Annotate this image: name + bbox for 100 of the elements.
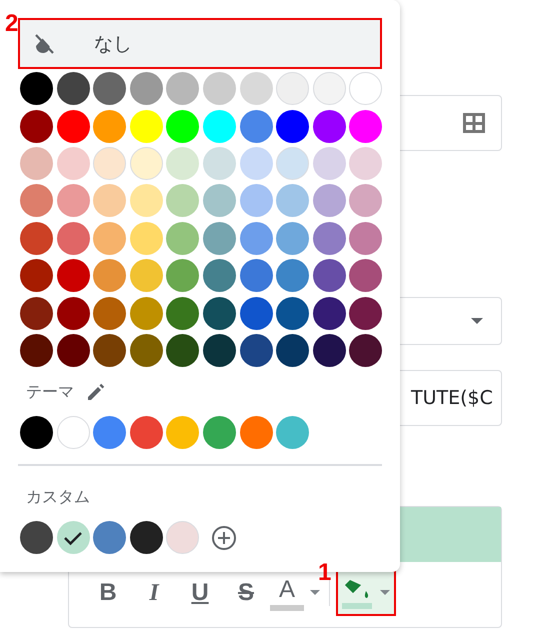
color-swatch[interactable]	[240, 296, 273, 330]
color-swatch[interactable]	[20, 296, 53, 330]
color-swatch[interactable]	[312, 72, 346, 106]
color-swatch[interactable]	[202, 72, 236, 106]
color-swatch[interactable]	[276, 259, 310, 292]
color-swatch[interactable]	[56, 110, 90, 143]
color-swatch[interactable]	[202, 296, 236, 330]
color-swatch[interactable]	[202, 334, 236, 367]
color-swatch[interactable]	[202, 222, 236, 255]
color-swatch[interactable]	[202, 146, 236, 180]
color-swatch[interactable]	[202, 259, 236, 292]
color-swatch[interactable]	[349, 146, 382, 180]
color-swatch[interactable]	[56, 222, 90, 255]
color-swatch[interactable]	[166, 222, 200, 255]
color-swatch[interactable]	[312, 222, 346, 255]
color-swatch[interactable]	[276, 222, 310, 255]
color-swatch[interactable]	[166, 184, 200, 218]
color-swatch[interactable]	[93, 521, 126, 554]
color-swatch[interactable]	[56, 334, 90, 367]
color-swatch[interactable]	[130, 416, 163, 449]
underline-button[interactable]: U	[177, 572, 223, 614]
color-swatch[interactable]	[56, 72, 90, 106]
fill-color-button[interactable]	[338, 572, 394, 614]
color-swatch[interactable]	[130, 222, 163, 255]
italic-button[interactable]: I	[131, 572, 177, 614]
color-swatch[interactable]	[20, 259, 53, 292]
color-swatch[interactable]	[93, 222, 126, 255]
color-swatch[interactable]	[93, 296, 126, 330]
color-swatch[interactable]	[56, 521, 90, 554]
color-swatch[interactable]	[166, 416, 200, 449]
bold-button[interactable]: B	[85, 572, 131, 614]
color-swatch[interactable]	[240, 146, 273, 180]
color-swatch[interactable]	[130, 110, 163, 143]
color-swatch[interactable]	[349, 110, 382, 143]
color-swatch[interactable]	[349, 259, 382, 292]
color-swatch[interactable]	[93, 334, 126, 367]
color-swatch[interactable]	[20, 416, 53, 449]
color-swatch[interactable]	[349, 334, 382, 367]
color-swatch[interactable]	[349, 296, 382, 330]
color-swatch[interactable]	[240, 72, 273, 106]
color-swatch[interactable]	[312, 259, 346, 292]
color-swatch[interactable]	[349, 184, 382, 218]
color-swatch[interactable]	[130, 521, 163, 554]
color-swatch[interactable]	[276, 334, 310, 367]
color-swatch[interactable]	[20, 521, 53, 554]
color-swatch[interactable]	[130, 146, 163, 180]
color-swatch[interactable]	[20, 110, 53, 143]
color-swatch[interactable]	[56, 146, 90, 180]
color-swatch[interactable]	[93, 110, 126, 143]
color-swatch[interactable]	[130, 334, 163, 367]
color-swatch[interactable]	[20, 334, 53, 367]
color-swatch[interactable]	[93, 416, 126, 449]
color-swatch[interactable]	[130, 296, 163, 330]
color-swatch[interactable]	[276, 184, 310, 218]
color-swatch[interactable]	[56, 296, 90, 330]
color-swatch[interactable]	[93, 146, 126, 180]
color-swatch[interactable]	[130, 259, 163, 292]
pencil-icon[interactable]	[86, 382, 106, 402]
color-swatch[interactable]	[240, 110, 273, 143]
color-swatch[interactable]	[276, 146, 310, 180]
color-swatch[interactable]	[349, 72, 382, 106]
color-swatch[interactable]	[166, 296, 200, 330]
color-swatch[interactable]	[56, 184, 90, 218]
text-color-button[interactable]: A	[269, 572, 321, 614]
color-swatch[interactable]	[166, 110, 200, 143]
color-swatch[interactable]	[312, 146, 346, 180]
color-swatch[interactable]	[20, 146, 53, 180]
color-swatch[interactable]	[240, 334, 273, 367]
none-option[interactable]: なし	[18, 18, 382, 70]
color-swatch[interactable]	[276, 416, 310, 449]
color-swatch[interactable]	[202, 416, 236, 449]
color-swatch[interactable]	[93, 184, 126, 218]
color-swatch[interactable]	[240, 259, 273, 292]
color-swatch[interactable]	[130, 72, 163, 106]
color-swatch[interactable]	[130, 184, 163, 218]
color-swatch[interactable]	[312, 184, 346, 218]
color-swatch[interactable]	[312, 110, 346, 143]
color-swatch[interactable]	[202, 184, 236, 218]
color-swatch[interactable]	[20, 222, 53, 255]
color-swatch[interactable]	[20, 184, 53, 218]
add-icon[interactable]	[210, 524, 237, 550]
strike-button[interactable]: S	[223, 572, 269, 614]
color-swatch[interactable]	[56, 259, 90, 292]
color-swatch[interactable]	[240, 416, 273, 449]
color-swatch[interactable]	[312, 296, 346, 330]
color-swatch[interactable]	[312, 334, 346, 367]
color-swatch[interactable]	[276, 72, 310, 106]
color-swatch[interactable]	[276, 296, 310, 330]
color-swatch[interactable]	[166, 521, 200, 554]
color-swatch[interactable]	[20, 72, 53, 106]
color-swatch[interactable]	[276, 110, 310, 143]
color-swatch[interactable]	[166, 72, 200, 106]
color-swatch[interactable]	[93, 259, 126, 292]
color-swatch[interactable]	[349, 222, 382, 255]
color-swatch[interactable]	[166, 146, 200, 180]
color-swatch[interactable]	[202, 110, 236, 143]
color-swatch[interactable]	[240, 184, 273, 218]
color-swatch[interactable]	[93, 72, 126, 106]
color-swatch[interactable]	[240, 222, 273, 255]
color-swatch[interactable]	[166, 334, 200, 367]
